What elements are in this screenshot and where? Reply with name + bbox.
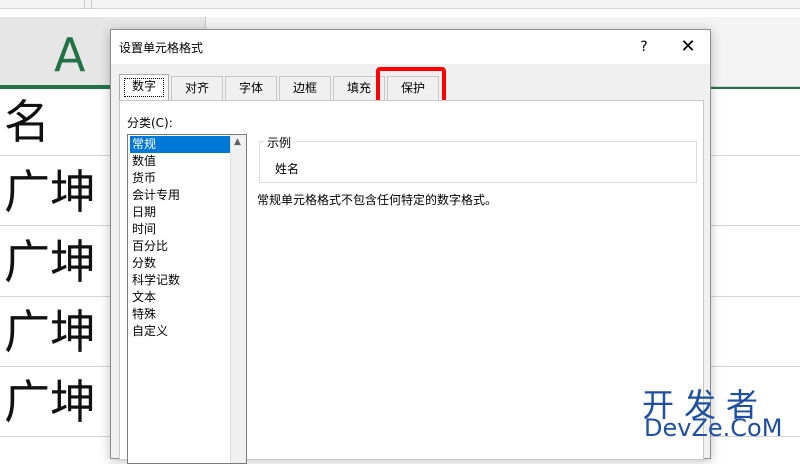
divider <box>91 0 92 9</box>
category-item-accounting[interactable]: 会计专用 <box>130 187 230 204</box>
help-button[interactable]: ? <box>631 34 657 60</box>
category-item-currency[interactable]: 货币 <box>130 170 230 187</box>
scroll-up-icon[interactable]: ▲ <box>234 137 241 147</box>
cell-a2[interactable]: 广坤 <box>4 162 96 222</box>
category-item-general[interactable]: 常规 <box>130 136 230 153</box>
category-item-special[interactable]: 特殊 <box>130 306 230 323</box>
category-item-number[interactable]: 数值 <box>130 153 230 170</box>
cell-a4[interactable]: 广坤 <box>4 302 96 362</box>
cell-a5[interactable]: 广坤 <box>4 372 96 432</box>
sample-label: 示例 <box>264 134 295 151</box>
tab-fill-label: 填充 <box>346 81 371 95</box>
tab-font-label: 字体 <box>238 81 263 95</box>
category-item-date[interactable]: 日期 <box>130 204 230 221</box>
category-item-scientific[interactable]: 科学记数 <box>130 272 230 289</box>
divider <box>84 0 85 9</box>
dialog-title: 设置单元格格式 <box>119 41 204 55</box>
tab-font[interactable]: 字体 <box>225 76 277 100</box>
tab-alignment-label: 对齐 <box>184 81 209 95</box>
close-button[interactable]: ✕ <box>673 34 703 60</box>
category-item-custom[interactable]: 自定义 <box>130 323 230 340</box>
formula-bar-strip <box>0 0 800 9</box>
tab-number[interactable]: 数字 <box>119 74 169 102</box>
focus-ring <box>124 78 164 97</box>
category-item-fraction[interactable]: 分数 <box>130 255 230 272</box>
category-scrollbar[interactable]: ▲ <box>230 135 246 463</box>
dialog-titlebar[interactable]: 设置单元格格式 ? ✕ <box>111 30 710 64</box>
tab-border-label: 边框 <box>292 81 317 95</box>
sample-box <box>259 141 697 183</box>
cell-a3[interactable]: 广坤 <box>4 232 96 292</box>
category-item-time[interactable]: 时间 <box>130 221 230 238</box>
category-label: 分类(C): <box>127 116 173 130</box>
format-cells-dialog: 设置单元格格式 ? ✕ 数字 对齐 字体 边框 填充 保护 分类(C): 常规 … <box>110 29 711 464</box>
number-tab-panel: 分类(C): 常规 数值 货币 会计专用 日期 时间 百分比 分数 科学记数 文… <box>119 100 704 464</box>
watermark-url: DevZe.CoM <box>644 414 783 442</box>
category-list[interactable]: 常规 数值 货币 会计专用 日期 时间 百分比 分数 科学记数 文本 特殊 自定… <box>127 134 247 464</box>
format-description: 常规单元格格式不包含任何特定的数字格式。 <box>257 193 498 207</box>
cell-a1[interactable]: 名 <box>4 92 50 152</box>
category-item-text[interactable]: 文本 <box>130 289 230 306</box>
category-item-percentage[interactable]: 百分比 <box>130 238 230 255</box>
sample-value: 姓名 <box>275 162 300 176</box>
tab-border[interactable]: 边框 <box>279 76 331 100</box>
column-header-a-label: A <box>54 28 86 82</box>
tab-alignment[interactable]: 对齐 <box>171 76 223 100</box>
